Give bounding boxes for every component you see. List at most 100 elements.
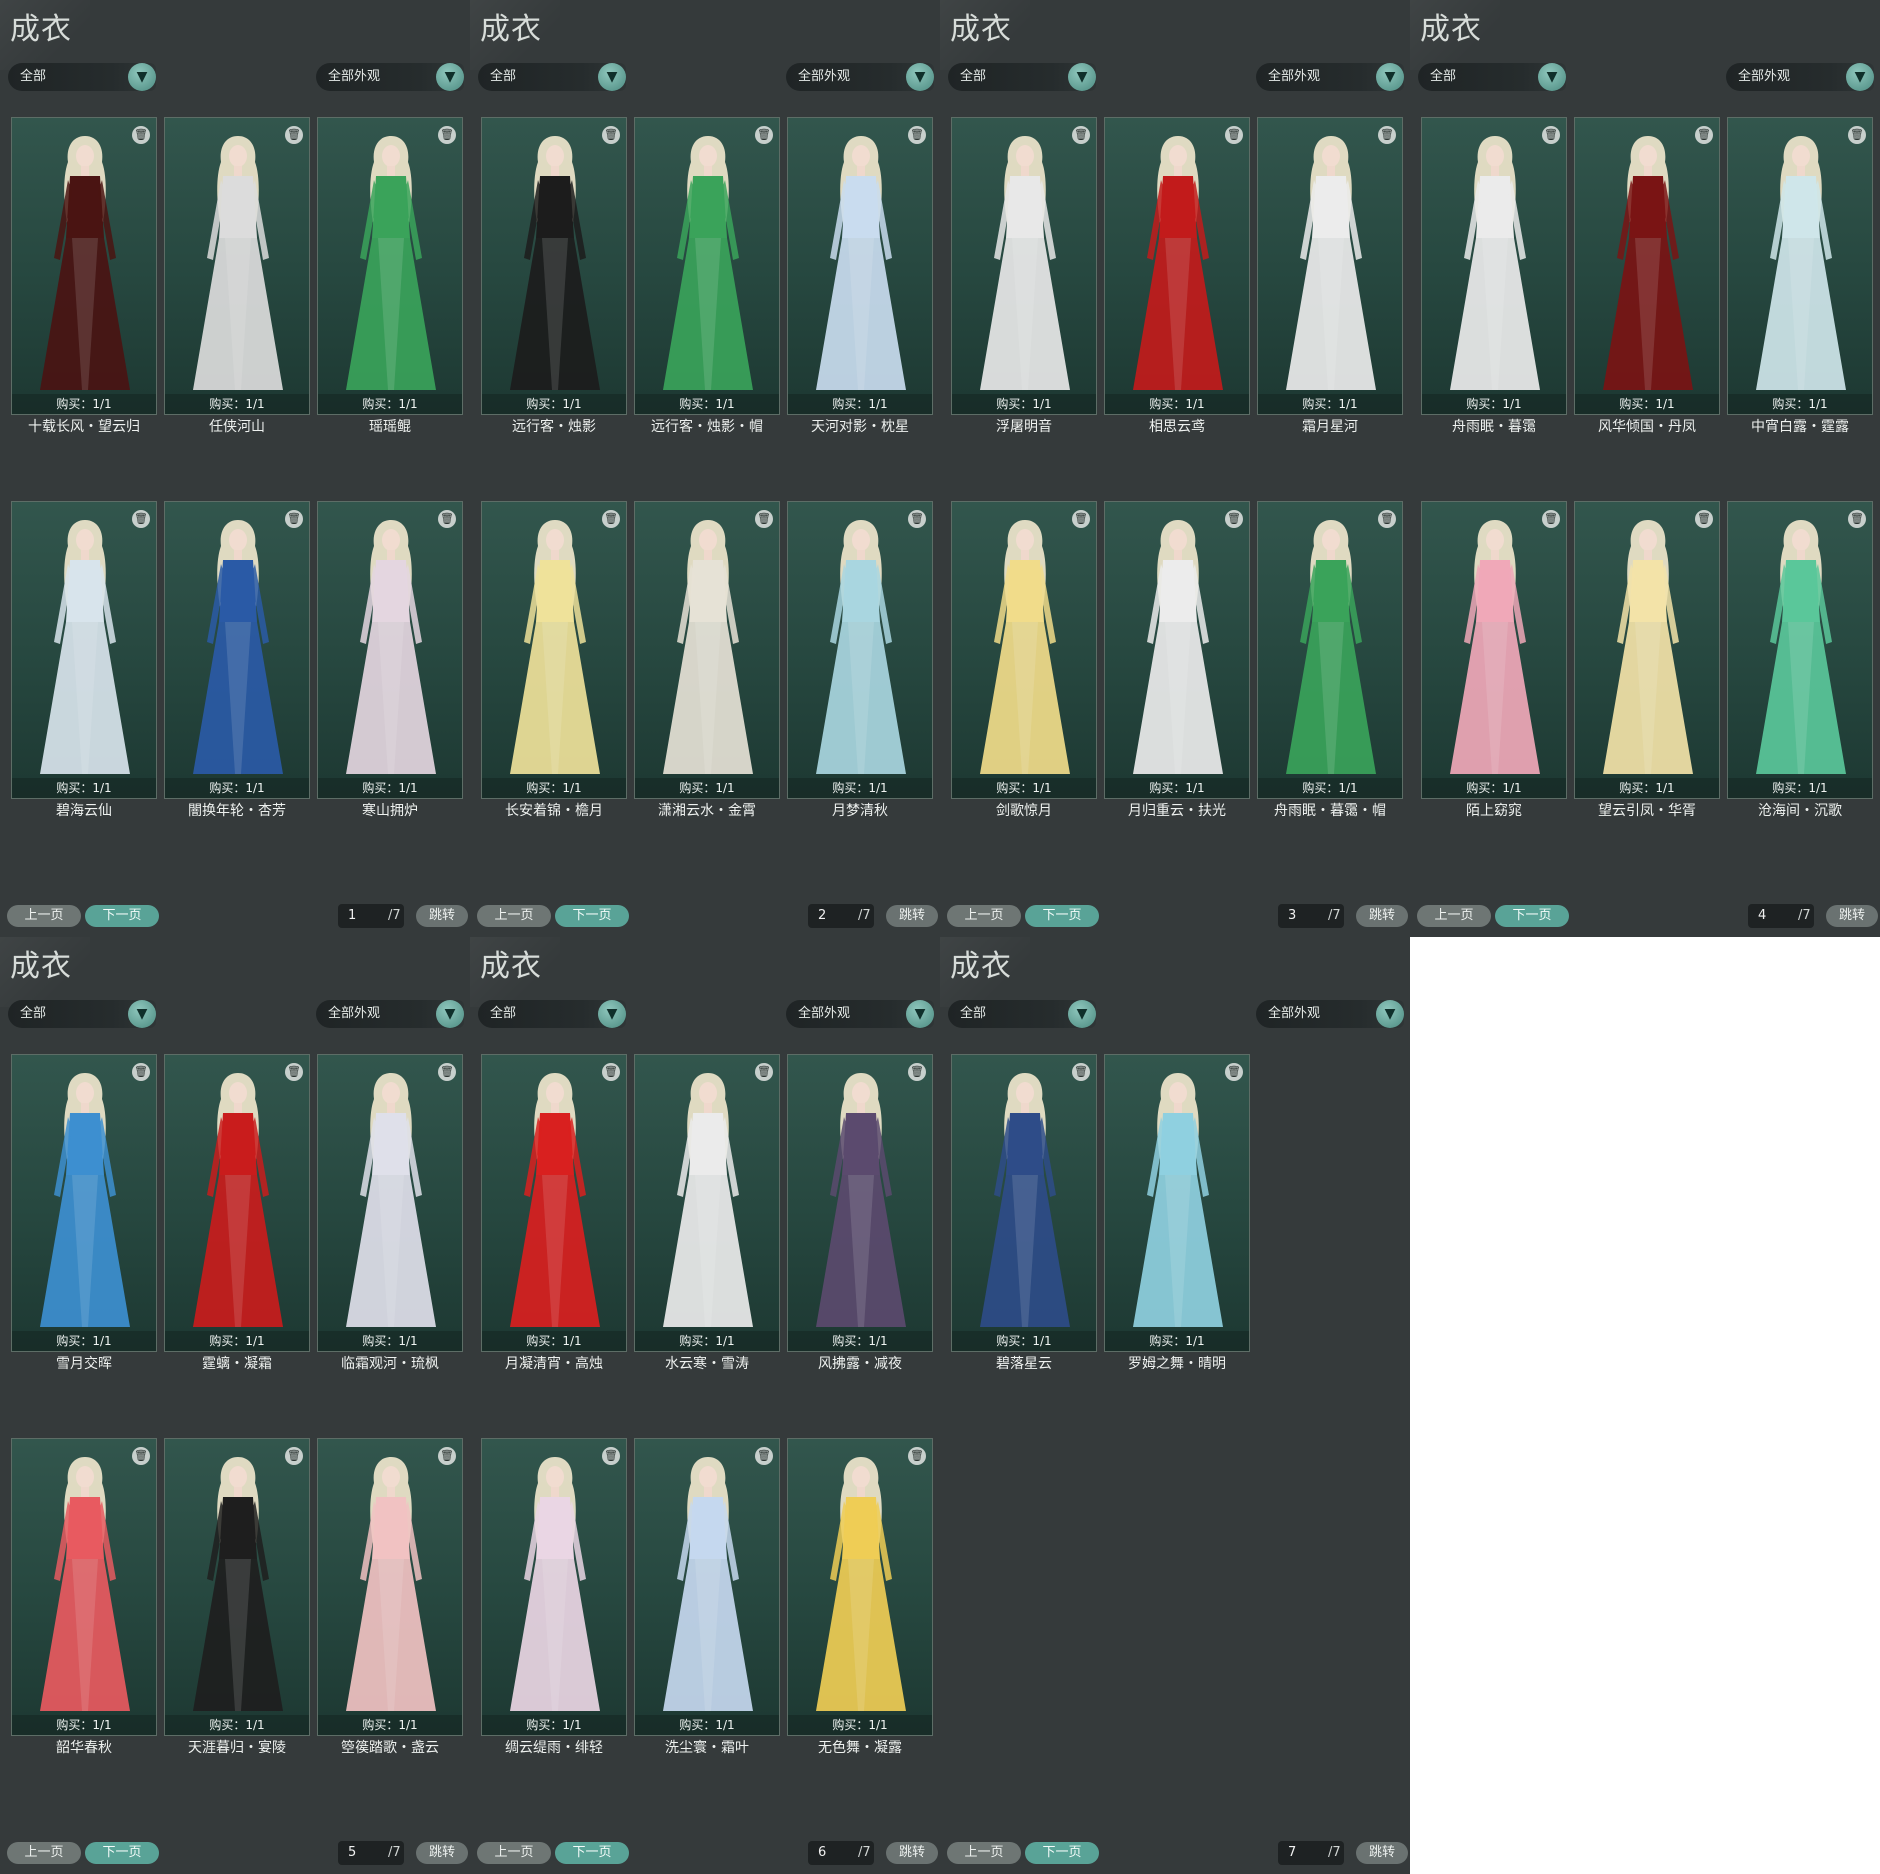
prev-page-button[interactable]: 上一页 — [947, 905, 1021, 927]
prev-page-button[interactable]: 上一页 — [1417, 905, 1491, 927]
outfit-card[interactable]: 🗑 购买：1/1 — [1257, 501, 1403, 799]
outfit-card[interactable]: 🗑 购买：1/1 — [11, 501, 157, 799]
outfit-card[interactable]: 🗑 购买：1/1 — [481, 117, 627, 415]
category-filter-dropdown[interactable]: 全部 ▼ — [478, 63, 626, 91]
outfit-card[interactable]: 🗑 购买：1/1 — [1727, 117, 1873, 415]
outfit-card[interactable]: 🗑 购买：1/1 — [1257, 117, 1403, 415]
trash-icon[interactable]: 🗑 — [438, 1063, 456, 1081]
jump-button[interactable]: 跳转 — [1356, 1842, 1408, 1864]
appearance-filter-dropdown[interactable]: 全部外观 ▼ — [316, 1000, 464, 1028]
next-page-button[interactable]: 下一页 — [85, 905, 159, 927]
page-number-input[interactable]: 4/7 — [1748, 904, 1814, 928]
jump-button[interactable]: 跳转 — [416, 1842, 468, 1864]
trash-icon[interactable]: 🗑 — [602, 1447, 620, 1465]
category-filter-dropdown[interactable]: 全部 ▼ — [1418, 63, 1566, 91]
jump-button[interactable]: 跳转 — [886, 905, 938, 927]
appearance-filter-dropdown[interactable]: 全部外观 ▼ — [1256, 1000, 1404, 1028]
outfit-card[interactable]: 🗑 购买：1/1 — [634, 117, 780, 415]
chevron-down-icon[interactable]: ▼ — [598, 1000, 626, 1028]
chevron-down-icon[interactable]: ▼ — [906, 1000, 934, 1028]
appearance-filter-dropdown[interactable]: 全部外观 ▼ — [1726, 63, 1874, 91]
chevron-down-icon[interactable]: ▼ — [1068, 63, 1096, 91]
outfit-card[interactable]: 🗑 购买：1/1 — [11, 1438, 157, 1736]
trash-icon[interactable]: 🗑 — [1072, 1063, 1090, 1081]
appearance-filter-dropdown[interactable]: 全部外观 ▼ — [786, 1000, 934, 1028]
chevron-down-icon[interactable]: ▼ — [1538, 63, 1566, 91]
jump-button[interactable]: 跳转 — [1826, 905, 1878, 927]
trash-icon[interactable]: 🗑 — [908, 1063, 926, 1081]
chevron-down-icon[interactable]: ▼ — [1376, 1000, 1404, 1028]
page-number-input[interactable]: 3/7 — [1278, 904, 1344, 928]
trash-icon[interactable]: 🗑 — [132, 1063, 150, 1081]
chevron-down-icon[interactable]: ▼ — [1068, 1000, 1096, 1028]
trash-icon[interactable]: 🗑 — [1695, 126, 1713, 144]
outfit-card[interactable]: 🗑 购买：1/1 — [317, 117, 463, 415]
outfit-card[interactable]: 🗑 购买：1/1 — [481, 501, 627, 799]
trash-icon[interactable]: 🗑 — [285, 1447, 303, 1465]
next-page-button[interactable]: 下一页 — [555, 905, 629, 927]
next-page-button[interactable]: 下一页 — [85, 1842, 159, 1864]
outfit-card[interactable]: 🗑 购买：1/1 — [1421, 117, 1567, 415]
outfit-card[interactable]: 🗑 购买：1/1 — [164, 501, 310, 799]
chevron-down-icon[interactable]: ▼ — [1376, 63, 1404, 91]
next-page-button[interactable]: 下一页 — [1495, 905, 1569, 927]
outfit-card[interactable]: 🗑 购买：1/1 — [787, 501, 933, 799]
trash-icon[interactable]: 🗑 — [602, 510, 620, 528]
appearance-filter-dropdown[interactable]: 全部外观 ▼ — [1256, 63, 1404, 91]
page-number-input[interactable]: 7/7 — [1278, 1841, 1344, 1865]
chevron-down-icon[interactable]: ▼ — [1846, 63, 1874, 91]
chevron-down-icon[interactable]: ▼ — [906, 63, 934, 91]
page-number-input[interactable]: 6/7 — [808, 1841, 874, 1865]
chevron-down-icon[interactable]: ▼ — [128, 63, 156, 91]
jump-button[interactable]: 跳转 — [1356, 905, 1408, 927]
outfit-card[interactable]: 🗑 购买：1/1 — [634, 1438, 780, 1736]
outfit-card[interactable]: 🗑 购买：1/1 — [317, 501, 463, 799]
trash-icon[interactable]: 🗑 — [438, 1447, 456, 1465]
trash-icon[interactable]: 🗑 — [132, 510, 150, 528]
outfit-card[interactable]: 🗑 购买：1/1 — [634, 1054, 780, 1352]
trash-icon[interactable]: 🗑 — [1378, 126, 1396, 144]
outfit-card[interactable]: 🗑 购买：1/1 — [1104, 501, 1250, 799]
chevron-down-icon[interactable]: ▼ — [436, 63, 464, 91]
category-filter-dropdown[interactable]: 全部 ▼ — [948, 1000, 1096, 1028]
trash-icon[interactable]: 🗑 — [438, 510, 456, 528]
outfit-card[interactable]: 🗑 购买：1/1 — [1574, 501, 1720, 799]
outfit-card[interactable]: 🗑 购买：1/1 — [164, 1438, 310, 1736]
trash-icon[interactable]: 🗑 — [755, 1063, 773, 1081]
trash-icon[interactable]: 🗑 — [602, 1063, 620, 1081]
outfit-card[interactable]: 🗑 购买：1/1 — [317, 1438, 463, 1736]
trash-icon[interactable]: 🗑 — [1695, 510, 1713, 528]
appearance-filter-dropdown[interactable]: 全部外观 ▼ — [316, 63, 464, 91]
trash-icon[interactable]: 🗑 — [1225, 510, 1243, 528]
category-filter-dropdown[interactable]: 全部 ▼ — [478, 1000, 626, 1028]
trash-icon[interactable]: 🗑 — [908, 510, 926, 528]
trash-icon[interactable]: 🗑 — [1225, 1063, 1243, 1081]
outfit-card[interactable]: 🗑 购买：1/1 — [787, 117, 933, 415]
trash-icon[interactable]: 🗑 — [1848, 510, 1866, 528]
prev-page-button[interactable]: 上一页 — [7, 905, 81, 927]
prev-page-button[interactable]: 上一页 — [477, 905, 551, 927]
outfit-card[interactable]: 🗑 购买：1/1 — [1574, 117, 1720, 415]
outfit-card[interactable]: 🗑 购买：1/1 — [1104, 117, 1250, 415]
page-number-input[interactable]: 2/7 — [808, 904, 874, 928]
outfit-card[interactable]: 🗑 购买：1/1 — [481, 1438, 627, 1736]
trash-icon[interactable]: 🗑 — [438, 126, 456, 144]
trash-icon[interactable]: 🗑 — [908, 126, 926, 144]
outfit-card[interactable]: 🗑 购买：1/1 — [787, 1054, 933, 1352]
chevron-down-icon[interactable]: ▼ — [436, 1000, 464, 1028]
trash-icon[interactable]: 🗑 — [285, 510, 303, 528]
trash-icon[interactable]: 🗑 — [755, 1447, 773, 1465]
outfit-card[interactable]: 🗑 购买：1/1 — [787, 1438, 933, 1736]
trash-icon[interactable]: 🗑 — [755, 126, 773, 144]
prev-page-button[interactable]: 上一页 — [477, 1842, 551, 1864]
trash-icon[interactable]: 🗑 — [1378, 510, 1396, 528]
trash-icon[interactable]: 🗑 — [132, 1447, 150, 1465]
prev-page-button[interactable]: 上一页 — [7, 1842, 81, 1864]
trash-icon[interactable]: 🗑 — [1072, 126, 1090, 144]
trash-icon[interactable]: 🗑 — [285, 1063, 303, 1081]
trash-icon[interactable]: 🗑 — [1542, 126, 1560, 144]
trash-icon[interactable]: 🗑 — [755, 510, 773, 528]
category-filter-dropdown[interactable]: 全部 ▼ — [8, 1000, 156, 1028]
outfit-card[interactable]: 🗑 购买：1/1 — [1104, 1054, 1250, 1352]
trash-icon[interactable]: 🗑 — [908, 1447, 926, 1465]
